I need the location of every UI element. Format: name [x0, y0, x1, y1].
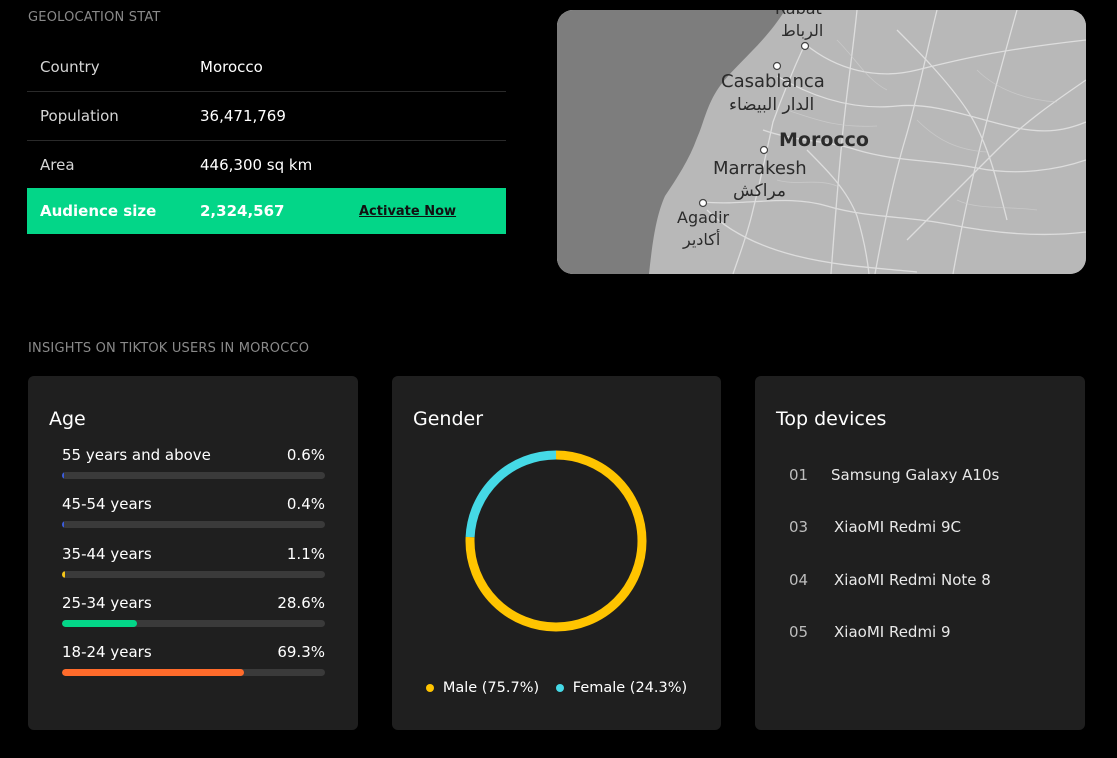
age-row-label: 25-34 years — [62, 594, 152, 612]
age-progress-fill — [62, 620, 138, 627]
gender-donut-chart — [465, 450, 647, 632]
geo-row-country: Country Morocco — [27, 43, 506, 92]
top-devices-card: Top devices 01 Samsung Galaxy A10s 03 Xi… — [755, 376, 1085, 730]
legend-item-female: Female (24.3%) — [555, 680, 688, 696]
age-row-label: 18-24 years — [62, 643, 152, 661]
device-name: XiaoMI Redmi 9C — [834, 518, 962, 536]
age-row: 35-44 years 1.1% — [62, 545, 325, 578]
country-map[interactable]: Rabat الرباط Casablanca الدار البيضاء Mo… — [557, 10, 1086, 274]
geo-value: 36,471,769 — [200, 107, 286, 125]
age-progress-fill — [62, 571, 65, 578]
age-progress-fill — [62, 521, 64, 528]
top-devices-title: Top devices — [776, 408, 887, 430]
age-progress-track — [62, 620, 325, 627]
map-city-label: Casablanca — [721, 71, 825, 92]
geo-row-population: Population 36,471,769 — [27, 92, 506, 141]
gender-card-title: Gender — [413, 408, 484, 430]
gender-legend: Male (75.7%) Female (24.3%) — [392, 680, 721, 696]
map-country-label: Morocco — [779, 129, 869, 151]
age-progress-track — [62, 669, 325, 676]
device-item: 01 Samsung Galaxy A10s — [789, 466, 999, 484]
geolocation-table: Country Morocco Population 36,471,769 Ar… — [27, 43, 506, 189]
legend-label: Female (24.3%) — [572, 680, 688, 696]
gender-card: Gender Male (75.7%) Female (24.3%) — [392, 376, 721, 730]
geolocation-section-title: GEOLOCATION STAT — [28, 10, 161, 25]
map-city-label-ar: أكادير — [682, 229, 720, 250]
map-city-label: Agadir — [677, 208, 730, 227]
age-card-title: Age — [49, 408, 86, 430]
device-item: 05 XiaoMI Redmi 9 — [789, 623, 951, 641]
age-progress-track — [62, 571, 325, 578]
age-row: 45-54 years 0.4% — [62, 495, 325, 528]
legend-dot — [425, 683, 434, 692]
device-name: Samsung Galaxy A10s — [831, 466, 1000, 484]
device-rank: 01 — [789, 466, 809, 484]
geo-label: Country — [40, 58, 100, 76]
age-row: 18-24 years 69.3% — [62, 643, 325, 676]
map-city-label-ar: مراكش — [733, 181, 786, 201]
geo-label: Population — [40, 107, 119, 125]
age-row-value: 28.6% — [277, 594, 325, 612]
age-row-value: 0.4% — [286, 495, 325, 513]
geo-row-area: Area 446,300 sq km — [27, 141, 506, 189]
age-row-label: 55 years and above — [62, 446, 211, 464]
age-row-value: 69.3% — [277, 643, 325, 661]
map-graphic: Rabat الرباط Casablanca الدار البيضاء Mo… — [557, 10, 1086, 274]
age-row-label: 35-44 years — [62, 545, 152, 563]
geo-value: 446,300 sq km — [200, 156, 313, 174]
audience-size-label: Audience size — [40, 202, 157, 220]
device-item: 04 XiaoMI Redmi Note 8 — [789, 571, 991, 589]
insights-section-title: INSIGHTS ON TIKTOK USERS IN MOROCCO — [28, 341, 310, 356]
age-row: 25-34 years 28.6% — [62, 594, 325, 627]
device-rank: 05 — [789, 623, 809, 641]
device-rank: 04 — [789, 571, 809, 589]
age-card: Age 55 years and above 0.6% 45-54 years 0.… — [28, 376, 358, 730]
age-row-label: 45-54 years — [62, 495, 152, 513]
geo-value: Morocco — [200, 58, 263, 76]
age-progress-fill — [62, 472, 64, 479]
device-name: XiaoMI Redmi 9 — [834, 623, 951, 641]
age-row: 55 years and above 0.6% — [62, 446, 325, 479]
legend-item-male: Male (75.7%) — [425, 680, 540, 696]
audience-size-row: Audience size 2,324,567 Activate Now — [27, 188, 506, 234]
map-city-label: Marrakesh — [713, 158, 807, 179]
geo-label: Area — [40, 156, 75, 174]
age-progress-fill — [62, 669, 245, 676]
age-progress-track — [62, 472, 325, 479]
legend-label: Male (75.7%) — [442, 680, 540, 696]
map-city-label: Rabat — [775, 10, 822, 18]
age-row-value: 0.6% — [286, 446, 325, 464]
device-rank: 03 — [789, 518, 809, 536]
audience-size-value: 2,324,567 — [200, 202, 285, 220]
legend-dot — [555, 683, 564, 692]
activate-now-link[interactable]: Activate Now — [359, 204, 456, 219]
age-row-value: 1.1% — [286, 545, 325, 563]
map-city-label-ar: الرباط — [781, 21, 823, 41]
device-name: XiaoMI Redmi Note 8 — [834, 571, 991, 589]
device-item: 03 XiaoMI Redmi 9C — [789, 518, 961, 536]
age-progress-track — [62, 521, 325, 528]
map-city-label-ar: الدار البيضاء — [729, 95, 814, 115]
